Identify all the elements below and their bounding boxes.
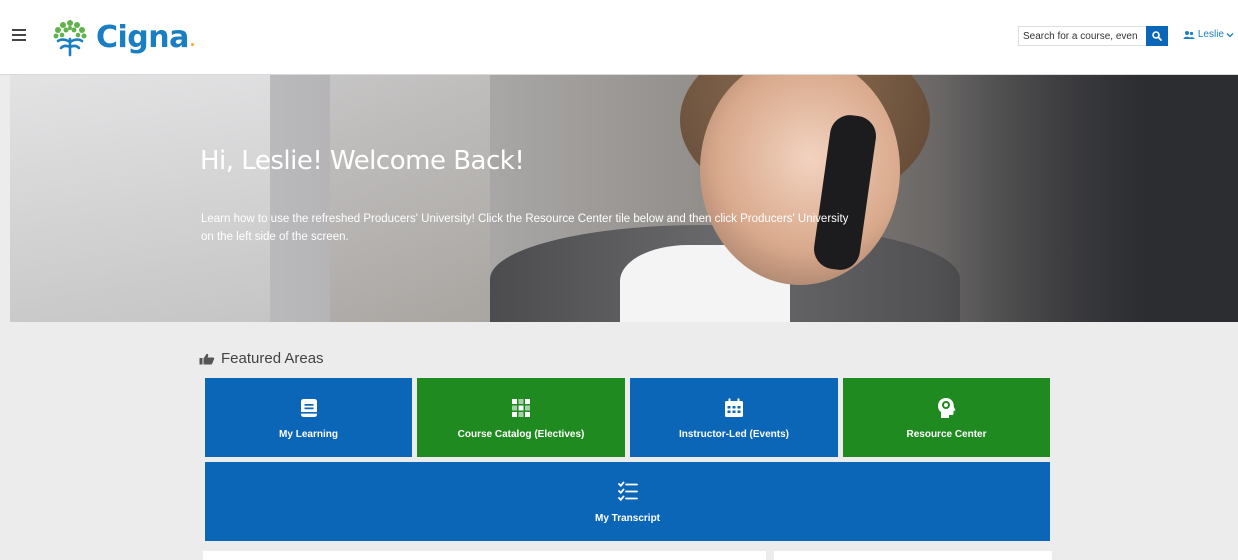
tile-course-catalog[interactable]: Course Catalog (Electives) — [417, 378, 625, 457]
tile-my-transcript[interactable]: My Transcript — [205, 462, 1050, 541]
search-bar — [1018, 26, 1168, 46]
hero-banner: Hi, Leslie! Welcome Back! Learn how to u… — [10, 75, 1238, 322]
user-menu[interactable]: Leslie — [1183, 29, 1234, 40]
user-group-icon — [1183, 30, 1195, 39]
hero-background-mid — [330, 75, 490, 322]
tile-label: Resource Center — [906, 428, 987, 440]
tree-of-life-icon — [53, 20, 87, 57]
brand-dot: . — [188, 21, 197, 52]
book-icon — [300, 398, 317, 417]
thumbs-up-icon — [199, 353, 215, 364]
search-icon — [1152, 31, 1162, 41]
welcome-description: Learn how to use the refreshed Producers… — [201, 213, 849, 243]
tile-resource-center[interactable]: Resource Center — [843, 378, 1050, 457]
hero-background-right — [938, 75, 1238, 322]
content-panel-right — [774, 551, 1052, 560]
tile-label: Course Catalog (Electives) — [457, 428, 585, 440]
checklist-icon — [617, 481, 638, 501]
cigna-logo[interactable]: Cigna. — [48, 12, 196, 62]
search-input[interactable] — [1018, 26, 1146, 46]
tile-instructor-led[interactable]: Instructor-Led (Events) — [630, 378, 838, 457]
content-panel-left — [203, 551, 766, 560]
hero-background-left — [10, 75, 270, 322]
chevron-down-icon — [1226, 32, 1234, 37]
brain-head-icon — [937, 397, 955, 418]
grid-icon — [512, 398, 530, 417]
featured-areas-title: Featured Areas — [221, 350, 324, 367]
search-button[interactable] — [1146, 26, 1168, 46]
tile-label: Instructor-Led (Events) — [678, 428, 789, 440]
featured-areas-heading: Featured Areas — [199, 350, 324, 367]
top-header: Cigna. Leslie — [0, 0, 1238, 75]
tile-label: My Learning — [279, 428, 338, 440]
calendar-icon — [725, 398, 743, 417]
menu-icon[interactable] — [12, 29, 26, 43]
welcome-title: Hi, Leslie! Welcome Back! — [200, 146, 525, 176]
brand-name: Cigna — [96, 19, 189, 55]
user-name: Leslie — [1197, 29, 1224, 40]
tile-my-learning[interactable]: My Learning — [205, 378, 412, 457]
tile-label: My Transcript — [594, 513, 661, 524]
